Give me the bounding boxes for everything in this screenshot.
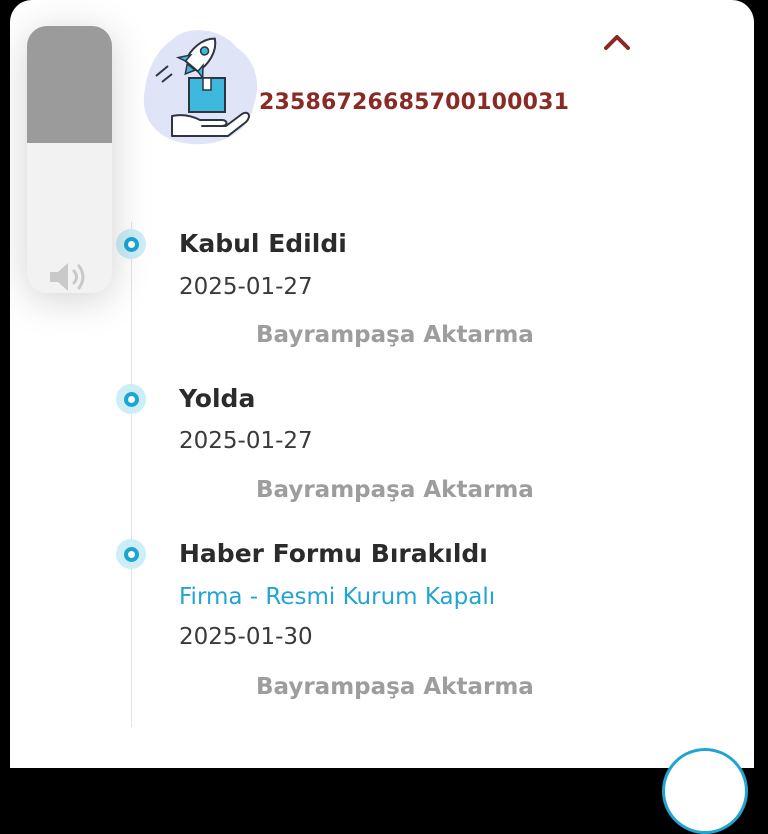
event-location: Bayrampaşa Aktarma [256,322,534,348]
event-status: Yolda [179,384,256,413]
event-date: 2025-01-27 [179,274,313,300]
timeline-line [131,222,132,727]
event-note: Firma - Resmi Kurum Kapalı [179,584,496,610]
event-date: 2025-01-30 [179,624,313,650]
timeline-dot [116,229,146,259]
timeline-dot [116,539,146,569]
event-status: Haber Formu Bırakıldı [179,539,488,568]
timeline-dot [116,384,146,414]
volume-slider[interactable] [27,26,112,293]
event-status: Kabul Edildi [179,229,347,258]
volume-empty-track [27,26,112,143]
collapse-chevron-icon[interactable] [603,32,631,52]
speaker-icon [48,260,90,293]
delivery-illustration [142,22,262,147]
event-date: 2025-01-27 [179,428,313,454]
shipment-tracking-panel [10,0,754,768]
event-location: Bayrampaşa Aktarma [256,674,534,700]
floating-action-button[interactable] [662,748,748,834]
tracking-number: 2358672668570010003​1 [259,90,570,115]
event-location: Bayrampaşa Aktarma [256,477,534,503]
